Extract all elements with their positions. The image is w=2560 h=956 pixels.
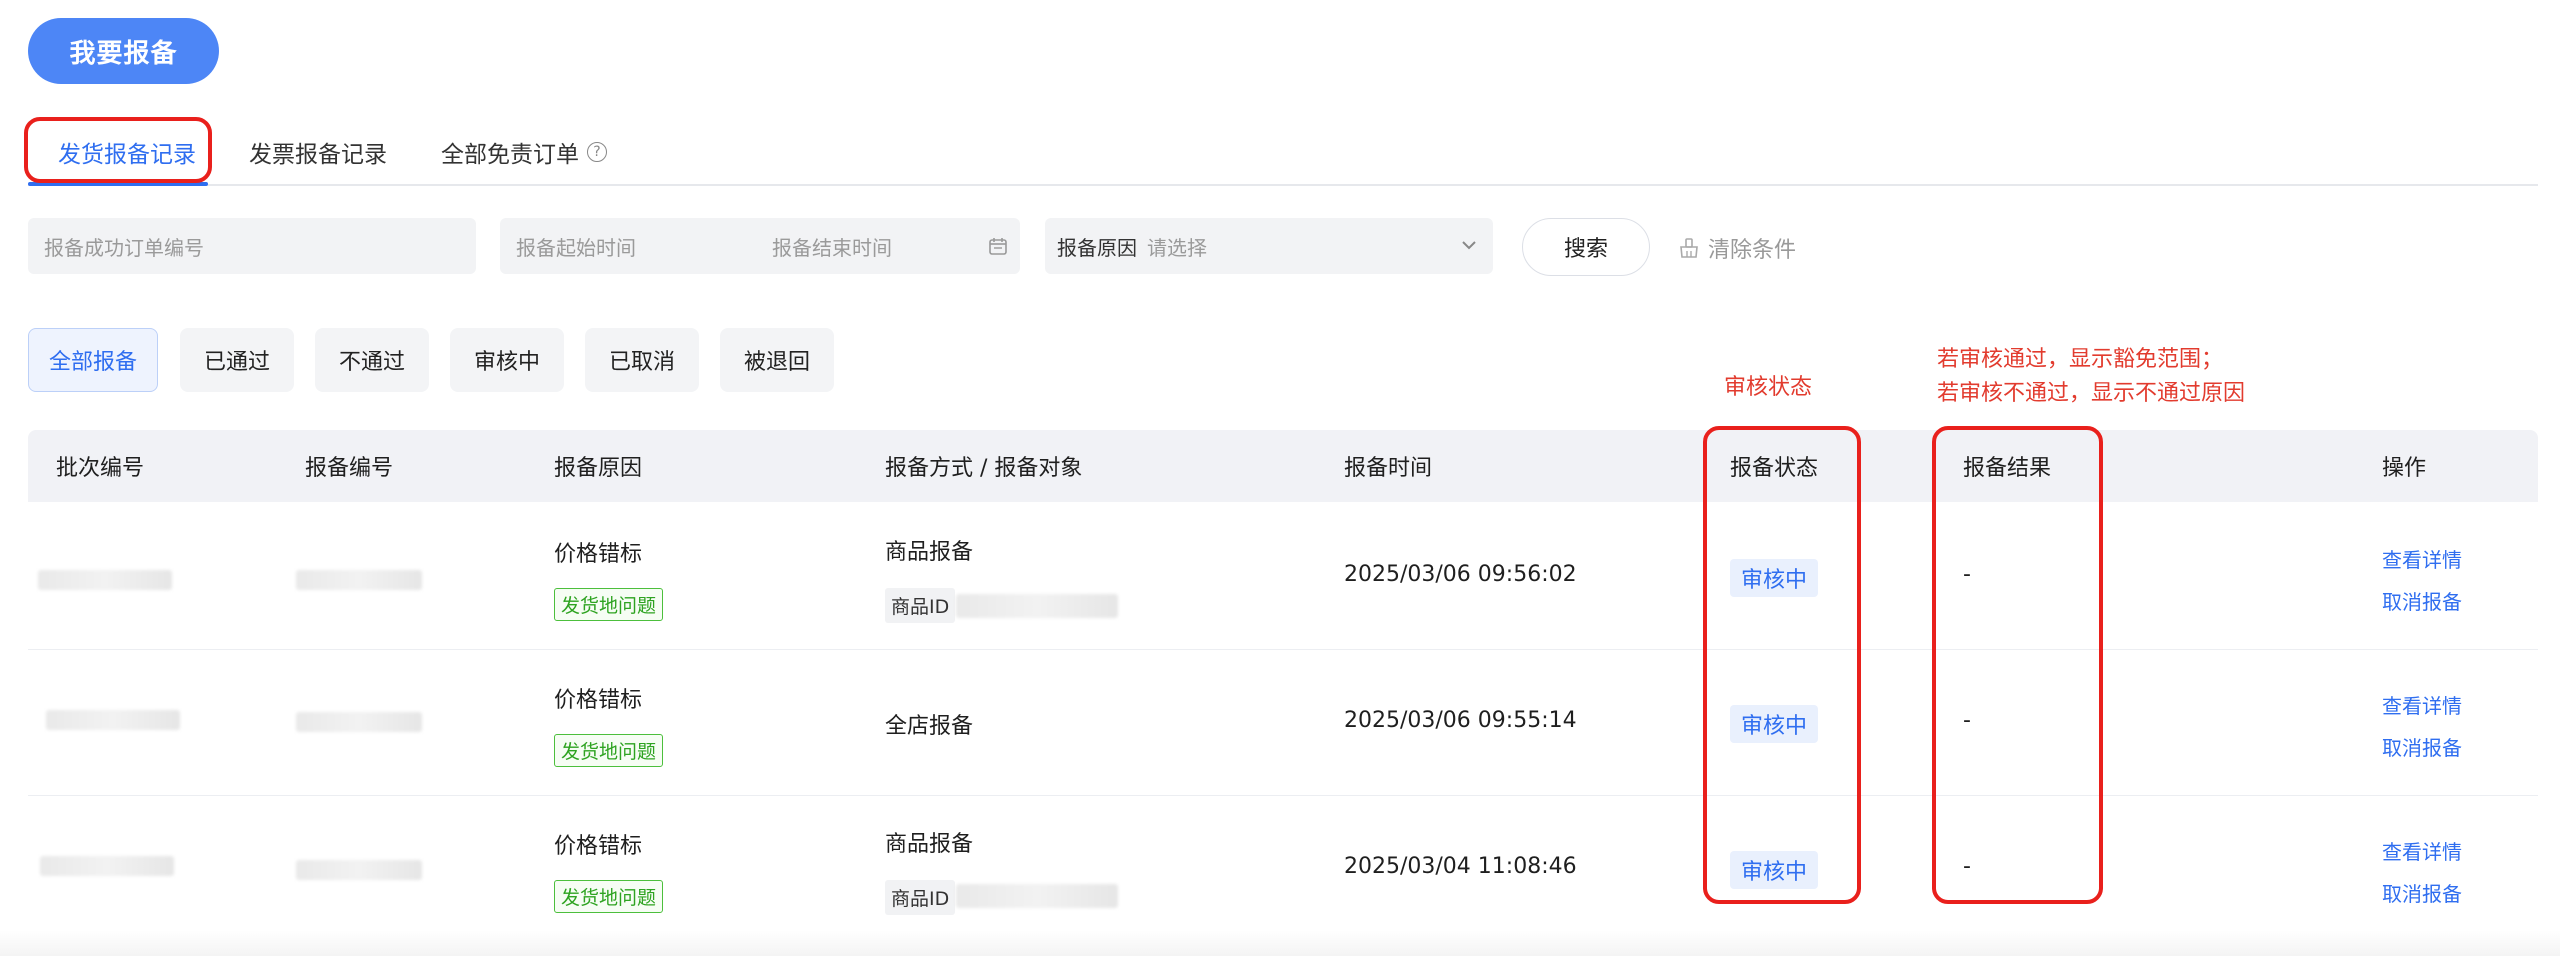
search-button-label: 搜索	[1563, 237, 1608, 262]
tab-all-exempt-orders[interactable]: 全部免责订单 ?	[441, 118, 607, 186]
report-number-redacted	[296, 860, 422, 880]
help-icon[interactable]: ?	[587, 142, 607, 162]
report-time: 2025/03/06 09:56:02	[1344, 562, 1577, 587]
header-report-reason: 报备原因	[554, 456, 643, 481]
annotation-box-active-tab	[24, 117, 212, 183]
report-button[interactable]: 我要报备	[28, 18, 219, 84]
broom-icon	[1678, 237, 1700, 259]
tab-all-exempt-orders-label: 全部免责订单	[441, 142, 579, 168]
filter-passed[interactable]: 已通过	[180, 328, 294, 392]
date-range-picker[interactable]: 报备起始时间 报备结束时间	[500, 218, 1020, 274]
order-number-input[interactable]: 报备成功订单编号	[28, 218, 476, 274]
filter-returned-label: 被退回	[743, 350, 810, 375]
start-time-placeholder: 报备起始时间	[516, 235, 636, 260]
header-report-number: 报备编号	[305, 456, 394, 481]
report-method: 全店报备	[885, 714, 974, 739]
filter-returned[interactable]: 被退回	[720, 328, 834, 392]
view-details-link[interactable]: 查看详情	[2382, 690, 2462, 719]
table-row: 价格错标 发货地问题 商品报备 商品ID 2025/03/04 11:08:46…	[28, 796, 2538, 942]
reason-tag: 发货地问题	[554, 880, 664, 913]
header-actions: 操作	[2382, 456, 2427, 481]
table-row: 价格错标 发货地问题 商品报备 商品ID 2025/03/06 09:56:02…	[28, 504, 2538, 650]
filter-all-label: 全部报备	[48, 350, 137, 375]
annotation-box-status-column	[1703, 426, 1861, 904]
record-tabs: 发货报备记录 发票报备记录 全部免责订单 ?	[28, 118, 2538, 186]
header-report-method: 报备方式 / 报备对象	[885, 456, 1083, 481]
annotation-result-note-2: 若审核不通过，显示不通过原因	[1937, 381, 2246, 406]
cancel-report-link[interactable]: 取消报备	[2382, 878, 2462, 907]
object-id-redacted	[956, 594, 1118, 618]
annotation-box-result-column	[1932, 426, 2103, 904]
object-id-label: 商品ID	[885, 588, 956, 623]
report-reason: 价格错标	[554, 834, 643, 859]
report-time: 2025/03/06 09:55:14	[1344, 708, 1577, 733]
report-time: 2025/03/04 11:08:46	[1344, 854, 1577, 879]
clear-conditions-button[interactable]: 清除条件	[1678, 232, 1796, 264]
clear-conditions-label: 清除条件	[1708, 238, 1797, 263]
end-time-placeholder: 报备结束时间	[772, 235, 892, 260]
filter-cancelled[interactable]: 已取消	[585, 328, 699, 392]
view-details-link[interactable]: 查看详情	[2382, 836, 2462, 865]
table-row: 价格错标 发货地问题 全店报备 2025/03/06 09:55:14 审核中 …	[28, 650, 2538, 796]
batch-number-redacted	[40, 856, 174, 876]
filter-rejected[interactable]: 不通过	[315, 328, 429, 392]
object-id-redacted	[956, 884, 1118, 908]
chevron-down-icon	[1459, 235, 1479, 260]
annotation-result-note-1: 若审核通过，显示豁免范围；	[1937, 347, 2224, 372]
search-button[interactable]: 搜索	[1522, 218, 1650, 276]
order-number-placeholder: 报备成功订单编号	[44, 235, 204, 260]
annotation-status-note: 审核状态	[1724, 375, 1813, 400]
filter-rejected-label: 不通过	[338, 350, 405, 375]
report-method: 商品报备	[885, 540, 974, 565]
bottom-shadow	[0, 930, 2560, 956]
batch-number-redacted	[46, 710, 180, 730]
filter-passed-label: 已通过	[203, 350, 270, 375]
report-number-redacted	[296, 570, 422, 590]
reason-select-placeholder: 请选择	[1147, 235, 1207, 260]
report-reason: 价格错标	[554, 688, 643, 713]
filter-cancelled-label: 已取消	[608, 350, 675, 375]
filter-all[interactable]: 全部报备	[28, 328, 158, 392]
object-id-label: 商品ID	[885, 880, 956, 915]
header-batch-number: 批次编号	[56, 456, 145, 481]
table-header: 批次编号 报备编号 报备原因 报备方式 / 报备对象 报备时间 报备状态 报备结…	[28, 430, 2538, 502]
view-details-link[interactable]: 查看详情	[2382, 544, 2462, 573]
report-method: 商品报备	[885, 832, 974, 857]
tab-invoice-records-label: 发票报备记录	[249, 142, 387, 168]
batch-number-redacted	[38, 570, 172, 590]
report-number-redacted	[296, 712, 422, 732]
filter-reviewing-label: 审核中	[473, 350, 540, 375]
tab-invoice-records[interactable]: 发票报备记录	[249, 118, 387, 186]
reason-select-label: 报备原因	[1057, 235, 1137, 260]
calendar-icon	[988, 236, 1008, 261]
cancel-report-link[interactable]: 取消报备	[2382, 586, 2462, 615]
reason-tag: 发货地问题	[554, 734, 664, 767]
filter-reviewing[interactable]: 审核中	[450, 328, 564, 392]
report-reason: 价格错标	[554, 542, 643, 567]
reason-select[interactable]: 报备原因 请选择	[1045, 218, 1493, 274]
reason-tag: 发货地问题	[554, 588, 664, 621]
cancel-report-link[interactable]: 取消报备	[2382, 732, 2462, 761]
header-report-time: 报备时间	[1344, 456, 1433, 481]
